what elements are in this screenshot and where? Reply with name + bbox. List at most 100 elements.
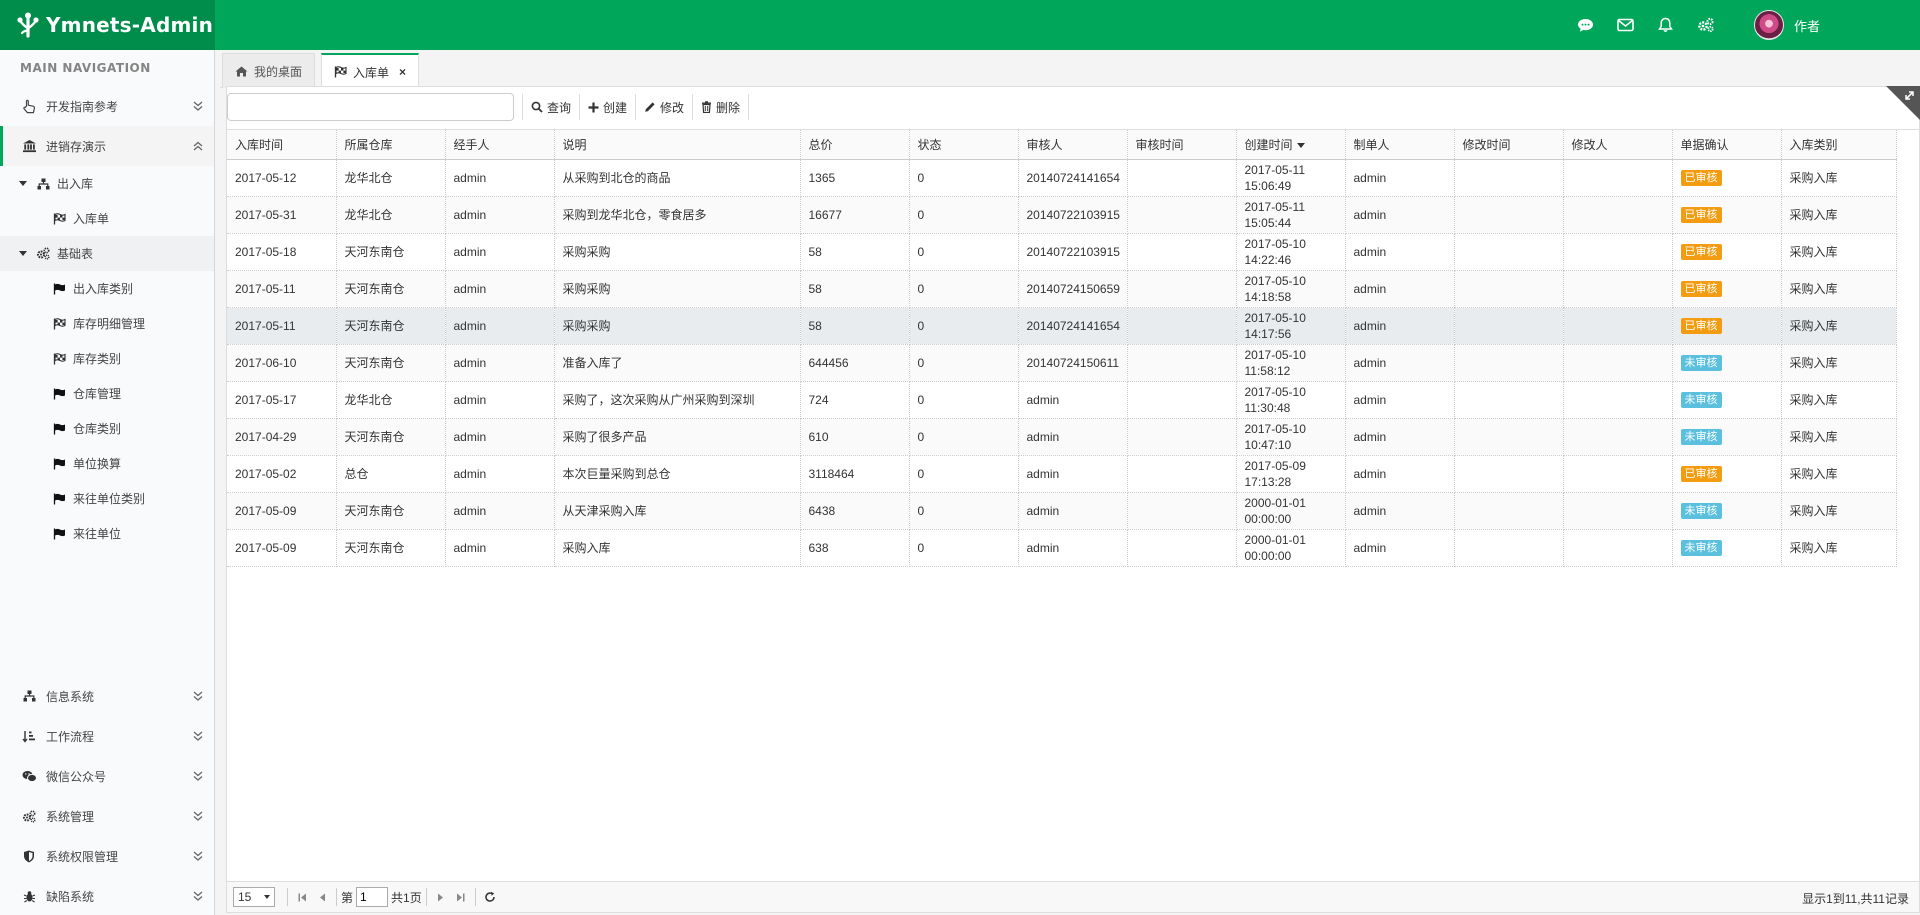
sidebar-item-defect-system[interactable]: 缺陷系统 xyxy=(0,876,214,915)
search-input[interactable] xyxy=(227,93,514,121)
column-header[interactable]: 入库类别 xyxy=(1781,130,1897,160)
column-header[interactable]: 创建时间 xyxy=(1236,130,1346,160)
app-logo[interactable]: Ymnets-Admin xyxy=(0,0,215,50)
page-size-select[interactable]: 15 xyxy=(233,887,275,907)
table-cell: admin xyxy=(1345,455,1455,493)
table-cell: 0 xyxy=(909,159,1019,197)
user-menu[interactable]: 作者 xyxy=(1726,0,1920,50)
pager-divider xyxy=(474,888,476,906)
column-header[interactable]: 所属仓库 xyxy=(336,130,446,160)
sidebar-item-permission-mgmt[interactable]: 系统权限管理 xyxy=(0,836,214,876)
sidebar-group-base-tables[interactable]: 基础表 xyxy=(0,236,214,271)
table-cell xyxy=(1127,529,1237,567)
table-cell: admin xyxy=(1345,196,1455,234)
chat-icon[interactable] xyxy=(1566,0,1606,50)
table-cell: 3118464 xyxy=(800,455,910,493)
column-header[interactable]: 状态 xyxy=(909,130,1019,160)
bell-icon[interactable] xyxy=(1646,0,1686,50)
column-header[interactable]: 审核人 xyxy=(1018,130,1128,160)
sidebar-item-inventory-demo[interactable]: 进销存演示 xyxy=(0,126,214,166)
sidebar-item-warehouse-mgmt[interactable]: 仓库管理 xyxy=(0,376,214,411)
table-row[interactable]: 2017-05-11 天河东南仓 admin 采购采购 58 0 2014072415065… xyxy=(227,270,1897,308)
column-header[interactable]: 入库时间 xyxy=(227,130,337,160)
delete-button[interactable]: 删除 xyxy=(693,94,750,120)
avatar xyxy=(1753,10,1784,40)
column-header[interactable]: 审核时间 xyxy=(1127,130,1237,160)
sidebar-item-system-mgmt[interactable]: 系统管理 xyxy=(0,796,214,836)
column-header[interactable]: 修改人 xyxy=(1563,130,1673,160)
sidebar-item-inventory-category[interactable]: 库存类别 xyxy=(0,341,214,376)
table-row[interactable]: 2017-05-31 龙华北仓 admin 采购到龙华北仓，零食居多 16677 0 201… xyxy=(227,196,1897,234)
sidebar-item-label: 库存明细管理 xyxy=(73,317,146,331)
sidebar-group-label: 基础表 xyxy=(57,247,94,261)
table-cell: admin xyxy=(445,270,555,308)
table-cell xyxy=(1454,529,1564,567)
expand-icon[interactable] xyxy=(1886,86,1920,120)
user-name: 作者 xyxy=(1793,18,1820,34)
mail-icon[interactable] xyxy=(1606,0,1646,50)
sidebar-item-dev-guide[interactable]: 开发指南参考 xyxy=(0,86,214,126)
sidebar-item-warehouse-type[interactable]: 仓库类别 xyxy=(0,411,214,446)
sidebar-item-inventory-detail[interactable]: 库存明细管理 xyxy=(0,306,214,341)
logo-icon xyxy=(17,12,39,38)
table-row[interactable]: 2017-05-18 天河东南仓 admin 采购采购 58 0 2014072210391… xyxy=(227,233,1897,271)
page-total: 共1页 xyxy=(391,890,422,905)
query-button[interactable]: 查询 xyxy=(522,94,581,120)
sidebar-item-stock-in-order[interactable]: 入库单 xyxy=(0,201,214,236)
column-header[interactable]: 总价 xyxy=(800,130,910,160)
table-row[interactable]: 2017-05-09 天河东南仓 admin 采购入库 638 0 admin 2000-01… xyxy=(227,529,1897,567)
sidebar-item-label: 进销存演示 xyxy=(46,139,107,154)
first-page-icon[interactable] xyxy=(292,887,312,907)
table-cell: admin xyxy=(445,529,555,567)
sidebar-item-wechat[interactable]: 微信公众号 xyxy=(0,756,214,796)
table-row[interactable]: 2017-05-12 龙华北仓 admin 从采购到北仓的商品 1365 0 2014072… xyxy=(227,159,1897,197)
sidebar-item-partner-type[interactable]: 来往单位类别 xyxy=(0,481,214,516)
table-row[interactable]: 2017-06-10 天河东南仓 admin 准备入库了 644456 0 20140724… xyxy=(227,344,1897,382)
column-header[interactable]: 经手人 xyxy=(445,130,555,160)
table-cell: admin xyxy=(1345,344,1455,382)
tab-desktop[interactable]: 我的桌面 xyxy=(222,53,316,88)
column-header[interactable]: 说明 xyxy=(554,130,801,160)
table-cell: 0 xyxy=(909,418,1019,456)
pager-divider xyxy=(287,888,288,906)
table-row[interactable]: 2017-05-11 天河东南仓 admin 采购采购 58 0 2014072414165… xyxy=(227,307,1897,345)
table-cell xyxy=(1454,233,1564,271)
flag-icon xyxy=(51,493,67,505)
sidebar-item-unit-conversion[interactable]: 单位换算 xyxy=(0,446,214,481)
close-icon[interactable]: × xyxy=(399,65,406,79)
column-header[interactable]: 制单人 xyxy=(1345,130,1455,160)
table-cell xyxy=(1127,418,1237,456)
table-cell xyxy=(1127,307,1237,345)
table-row[interactable]: 2017-05-17 龙华北仓 admin 采购了，这次采购从广州采购到深圳 724 0 a… xyxy=(227,381,1897,419)
table-cell: 已审核 xyxy=(1672,159,1782,197)
create-button[interactable]: 创建 xyxy=(580,94,637,120)
app-title: Ymnets-Admin xyxy=(46,13,214,37)
sidebar-item-stock-type[interactable]: 出入库类别 xyxy=(0,271,214,306)
table-cell: 2017-05-11 xyxy=(227,307,337,345)
edit-button[interactable]: 修改 xyxy=(636,94,694,120)
table-cell: 1365 xyxy=(800,159,910,197)
last-page-icon[interactable] xyxy=(451,887,471,907)
gears-icon[interactable] xyxy=(1686,0,1726,50)
sidebar-group-stock-in-out[interactable]: 出入库 xyxy=(0,166,214,201)
sidebar-item-info-system[interactable]: 信息系统 xyxy=(0,676,214,716)
table-row[interactable]: 2017-04-29 天河东南仓 admin 采购了很多产品 610 0 admin 2017… xyxy=(227,418,1897,456)
table-row[interactable]: 2017-05-09 天河东南仓 admin 从天津采购入库 6438 0 admin 200… xyxy=(227,492,1897,530)
flag-checkered-icon xyxy=(51,352,67,365)
sidebar-item-workflow[interactable]: 工作流程 xyxy=(0,716,214,756)
pager-divider xyxy=(425,888,427,906)
column-header[interactable]: 单据确认 xyxy=(1672,130,1782,160)
tab-bar: 我的桌面 入库单 × xyxy=(220,50,1920,89)
page-number-input[interactable] xyxy=(356,887,389,907)
sidebar-item-label: 来往单位 xyxy=(73,527,122,541)
status-badge: 已审核 xyxy=(1680,206,1722,223)
next-page-icon[interactable] xyxy=(431,887,451,907)
column-header-label: 修改人 xyxy=(1571,137,1608,152)
prev-page-icon[interactable] xyxy=(312,887,332,907)
table-cell xyxy=(1563,307,1673,345)
tab-stock-in-order[interactable]: 入库单 × xyxy=(321,53,420,89)
refresh-icon[interactable] xyxy=(480,887,500,907)
sidebar-item-partner[interactable]: 来往单位 xyxy=(0,516,214,551)
table-row[interactable]: 2017-05-02 总仓 admin 本次巨量采购到总仓 3118464 0 admin 2… xyxy=(227,455,1897,493)
column-header[interactable]: 修改时间 xyxy=(1454,130,1564,160)
